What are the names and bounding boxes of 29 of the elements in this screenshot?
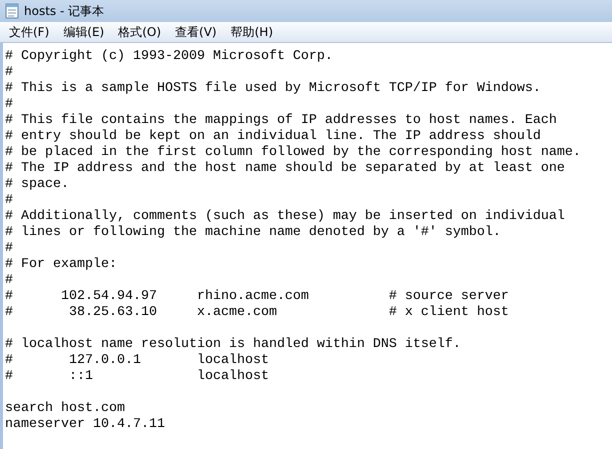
window-title: hosts - 记事本 bbox=[24, 2, 104, 20]
text-line: # 102.54.94.97 rhino.acme.com # source server bbox=[5, 289, 510, 305]
text-line: # lines or following the machine name denoted by a '#' symbol. bbox=[5, 225, 502, 241]
text-line: # bbox=[5, 193, 14, 209]
text-line: # bbox=[5, 97, 14, 113]
text-line: nameserver 10.4.7.11 bbox=[5, 417, 166, 433]
menu-item[interactable]: 格式(O) bbox=[111, 22, 168, 42]
menu-item[interactable]: 帮助(H) bbox=[224, 22, 280, 42]
text-line: # Copyright (c) 1993-2009 Microsoft Corp. bbox=[5, 49, 334, 65]
notepad-icon bbox=[5, 3, 19, 19]
text-line: # Additionally, comments (such as these) may be inserted on individual bbox=[5, 209, 566, 225]
text-line: # The IP address and the host name should be separated by at least one bbox=[5, 161, 566, 177]
text-line: # entry should be kept on an individual line. The IP address should bbox=[5, 129, 542, 145]
text-line: # 127.0.0.1 localhost bbox=[5, 353, 270, 369]
text-line: # bbox=[5, 65, 14, 81]
menu-item[interactable]: 编辑(E) bbox=[56, 22, 112, 42]
text-line: # For example: bbox=[5, 257, 118, 273]
text-line: # This file contains the mappings of IP addresses to host names. Each bbox=[5, 113, 558, 129]
menu-item[interactable]: 查看(V) bbox=[168, 22, 224, 42]
text-line: # bbox=[5, 241, 14, 257]
text-line: # ::1 localhost bbox=[5, 369, 270, 385]
text-line: # space. bbox=[5, 177, 70, 193]
text-line: # 38.25.63.10 x.acme.com # x client host bbox=[5, 305, 510, 321]
text-line: # be placed in the first column followed by the corresponding host name. bbox=[5, 145, 582, 161]
text-line: search host.com bbox=[5, 401, 126, 417]
text-line: # localhost name resolution is handled within DNS itself. bbox=[5, 337, 462, 353]
text-line: # bbox=[5, 273, 14, 289]
menu-item[interactable]: 文件(F) bbox=[2, 22, 56, 42]
text-line: # This is a sample HOSTS file used by Microsoft TCP/IP for Windows. bbox=[5, 81, 542, 97]
